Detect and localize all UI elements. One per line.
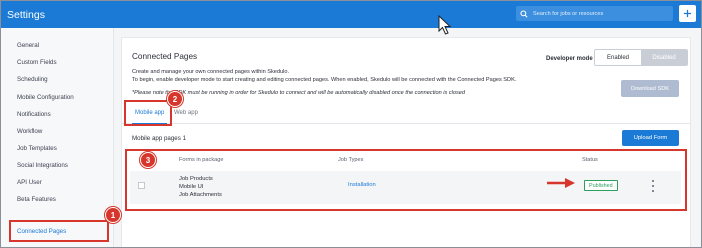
annotation-highlight-tab: [124, 100, 172, 126]
section-title: Connected Pages: [132, 52, 198, 61]
search-input[interactable]: Search for jobs or resources: [516, 6, 673, 21]
sidebar-item-custom-fields[interactable]: Custom Fields: [17, 59, 57, 66]
upload-form-button[interactable]: Upload Form: [622, 130, 679, 146]
sidebar-item-beta-features[interactable]: Beta Features: [17, 196, 56, 203]
tab-bar: Mobile app Web app: [122, 103, 690, 124]
developer-mode-label: Developer mode: [546, 56, 593, 62]
plus-icon: [683, 5, 692, 23]
sidebar: General Custom Fields Scheduling Mobile …: [1, 28, 114, 247]
add-button[interactable]: [679, 5, 696, 22]
developer-mode-toggle[interactable]: Enabled Disabled: [594, 49, 688, 66]
top-bar: Settings Search for jobs or resources: [1, 1, 701, 28]
developer-mode-enabled-option[interactable]: Enabled: [595, 50, 641, 65]
search-icon: [516, 6, 532, 21]
mouse-cursor-icon: [438, 15, 452, 35]
sidebar-item-scheduling[interactable]: Scheduling: [17, 76, 48, 83]
main-panel: Connected Pages Create and manage your o…: [121, 37, 691, 247]
callout-badge-3: 3: [140, 152, 156, 168]
sidebar-item-social-integrations[interactable]: Social Integrations: [17, 162, 68, 169]
mobile-app-pages-count: Mobile app pages 1: [132, 135, 187, 142]
annotation-highlight-sidebar: [9, 220, 109, 242]
callout-badge-1: 1: [105, 207, 121, 223]
sidebar-item-general[interactable]: General: [17, 42, 39, 49]
sidebar-item-notifications[interactable]: Notifications: [17, 111, 51, 118]
developer-mode-disabled-option[interactable]: Disabled: [641, 50, 687, 65]
annotation-highlight-table: [125, 149, 687, 211]
search-placeholder: Search for jobs or resources: [533, 10, 604, 17]
annotation-arrow-icon: [547, 178, 575, 188]
app-window: Settings Search for jobs or resources Ge…: [0, 0, 702, 248]
description-line-1: Create and manage your own connected pag…: [132, 69, 290, 75]
sidebar-item-job-templates[interactable]: Job Templates: [17, 145, 57, 152]
description-line-2: To begin, enable developer mode to start…: [132, 77, 517, 83]
page-title: Settings: [7, 8, 45, 21]
sidebar-item-mobile-configuration[interactable]: Mobile Configuration: [17, 94, 74, 101]
tab-web-app[interactable]: Web app: [174, 110, 198, 116]
sidebar-item-api-user[interactable]: API User: [17, 179, 42, 186]
callout-badge-2: 2: [167, 91, 183, 107]
download-sdk-button[interactable]: Download SDK: [621, 80, 679, 97]
sidebar-item-workflow[interactable]: Workflow: [17, 128, 42, 135]
